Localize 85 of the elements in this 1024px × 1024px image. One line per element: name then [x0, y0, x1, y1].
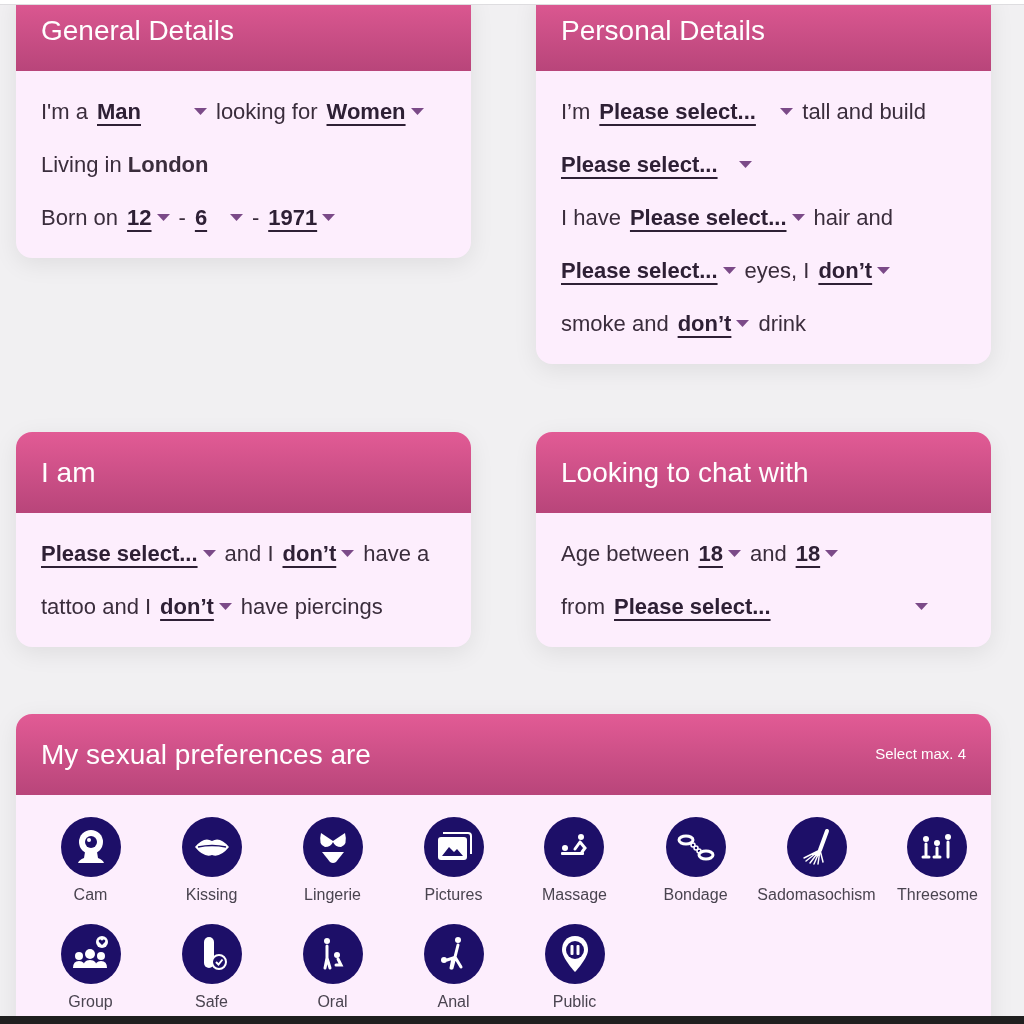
- dropdown[interactable]: Please select...: [629, 201, 805, 234]
- preference-option[interactable]: Sadomasochism: [757, 817, 876, 905]
- dropdown[interactable]: don’t: [160, 590, 232, 623]
- caret-icon: [194, 108, 207, 115]
- label-text: -: [178, 204, 186, 232]
- caret-icon: [915, 603, 928, 610]
- dropdown[interactable]: Women: [326, 95, 424, 128]
- lingerie-icon: [302, 817, 363, 877]
- label-text: from: [561, 593, 605, 621]
- label-text: I'm a: [41, 98, 88, 126]
- card-title: My sexual preferences are: [41, 740, 371, 769]
- label-text: Living in London: [41, 151, 209, 179]
- handcuffs-icon: [665, 817, 726, 877]
- dropdown[interactable]: 18: [698, 537, 741, 570]
- caret-icon: [780, 108, 794, 115]
- dropdown[interactable]: 1971: [268, 201, 336, 234]
- webcam-icon: [60, 817, 121, 877]
- preference-option[interactable]: Bondage: [663, 817, 728, 905]
- label-text: eyes, I: [744, 257, 810, 285]
- caret-icon: [825, 550, 839, 557]
- dropdown[interactable]: 6: [194, 201, 243, 234]
- lips-icon: [181, 817, 242, 877]
- capsule-check-icon: [181, 924, 242, 984]
- dropdown[interactable]: don’t: [677, 307, 750, 340]
- caret-icon: [722, 267, 736, 274]
- label-text: have piercings: [240, 593, 383, 621]
- label-text: and I: [224, 540, 274, 568]
- dropdown[interactable]: Please select...: [561, 148, 752, 181]
- map-pin-icon: [544, 924, 605, 984]
- label-text: drink: [758, 310, 807, 338]
- dropdown[interactable]: Please select...: [41, 537, 216, 570]
- dropdown[interactable]: Please select...: [561, 254, 736, 287]
- massage-icon: [544, 817, 605, 877]
- two-figures-icon: [423, 924, 484, 984]
- preference-option[interactable]: Oral: [302, 924, 363, 1012]
- card-title: Personal Details: [561, 16, 765, 45]
- label-text: -: [251, 204, 260, 232]
- preference-option[interactable]: Public: [544, 924, 605, 1012]
- caret-icon: [202, 550, 216, 557]
- card-title: I am: [41, 458, 96, 487]
- dropdown[interactable]: Please select...: [614, 590, 928, 623]
- label-text: tall and build: [802, 98, 926, 126]
- dropdown[interactable]: 12: [127, 201, 170, 234]
- label-text: have a: [363, 540, 430, 568]
- caret-icon: [156, 214, 170, 221]
- caret-icon: [877, 267, 891, 274]
- caret-icon: [341, 550, 355, 557]
- preference-option[interactable]: Pictures: [423, 817, 484, 905]
- image-icon: [423, 817, 484, 877]
- label-text: tattoo and I: [41, 593, 152, 621]
- dropdown[interactable]: Please select...: [599, 95, 794, 128]
- selection-limit-note: Select max. 4: [875, 744, 966, 765]
- caret-icon: [229, 214, 243, 221]
- three-figures-icon: [907, 817, 968, 877]
- dropdown[interactable]: Man: [97, 95, 207, 128]
- caret-icon: [791, 214, 805, 221]
- two-figures-icon: [302, 924, 363, 984]
- card-title: General Details: [41, 16, 234, 45]
- label-text: smoke and: [561, 310, 669, 338]
- card-title: Looking to chat with: [561, 458, 809, 487]
- label-text: Born on: [41, 204, 119, 232]
- preference-option[interactable]: Safe: [181, 924, 242, 1012]
- dropdown[interactable]: don’t: [818, 254, 891, 287]
- preference-option[interactable]: Cam: [60, 817, 121, 905]
- label-text: I’m: [561, 98, 591, 126]
- preference-option[interactable]: Massage: [542, 817, 607, 905]
- label-text: and: [749, 540, 787, 568]
- preference-option[interactable]: Kissing: [181, 817, 242, 905]
- preference-option[interactable]: Lingerie: [302, 817, 363, 905]
- caret-icon: [727, 550, 741, 557]
- preference-option[interactable]: Anal: [423, 924, 484, 1012]
- flogger-icon: [786, 817, 847, 877]
- caret-icon: [218, 603, 232, 610]
- preference-option[interactable]: Threesome: [897, 817, 978, 905]
- label-text: hair and: [813, 204, 893, 232]
- label-text: looking for: [216, 98, 318, 126]
- preference-option[interactable]: Group: [60, 924, 121, 1012]
- caret-icon: [322, 214, 336, 221]
- dropdown[interactable]: 18: [795, 537, 839, 570]
- caret-icon: [736, 320, 750, 327]
- label-text: I have: [561, 204, 621, 232]
- caret-icon: [410, 108, 424, 115]
- caret-icon: [739, 161, 752, 168]
- dropdown[interactable]: don’t: [282, 537, 355, 570]
- label-text: Age between: [561, 540, 690, 568]
